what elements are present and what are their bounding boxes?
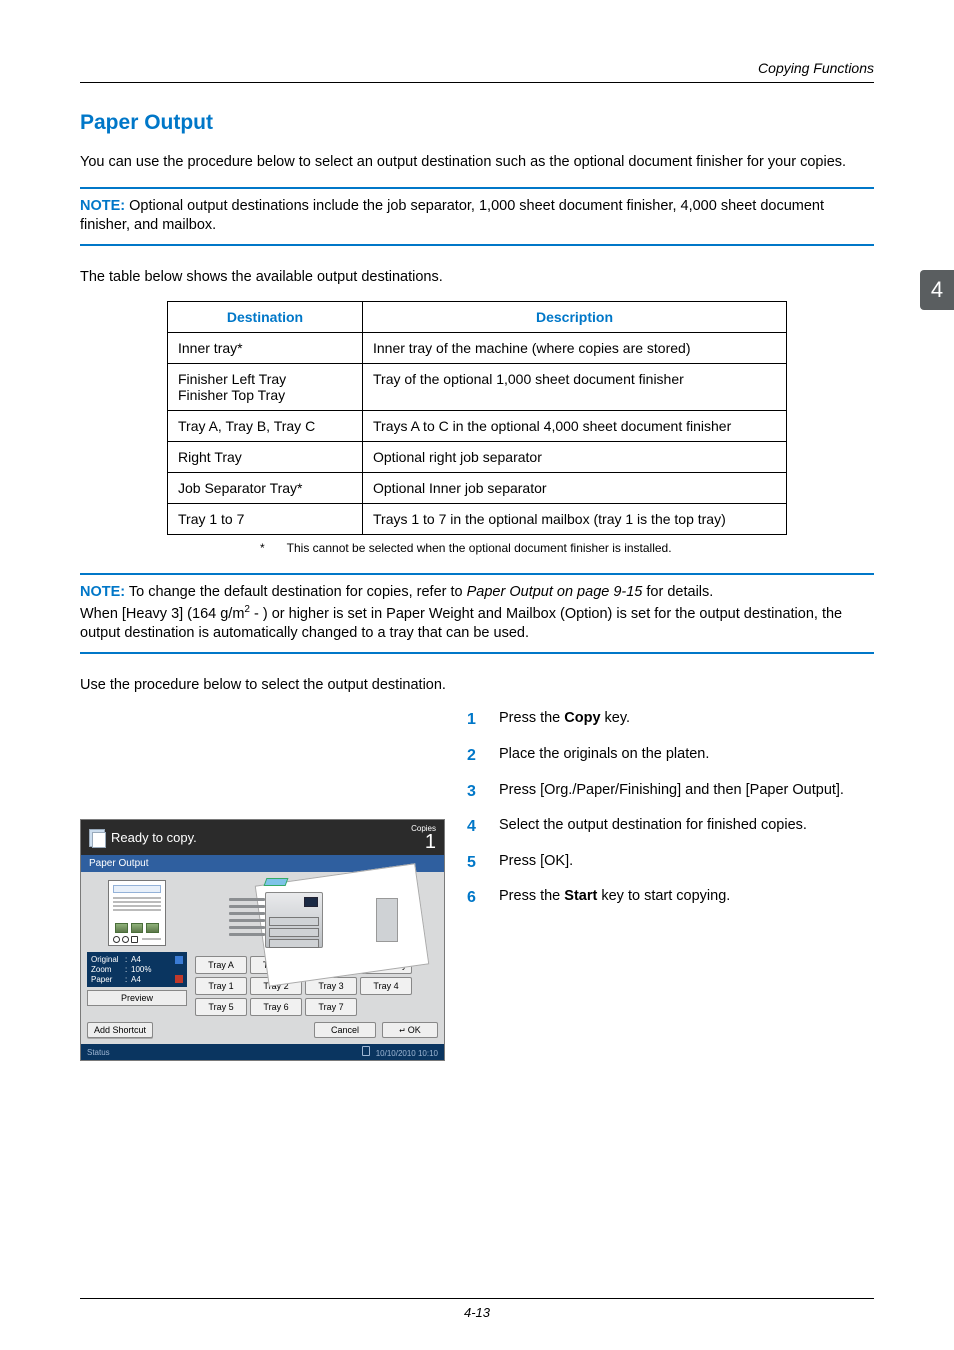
panel-titlebar: Ready to copy. Copies 1 xyxy=(81,820,444,855)
th-destination: Destination xyxy=(168,302,363,333)
step-number: 5 xyxy=(467,852,485,874)
step-text: Press [OK]. xyxy=(499,852,573,874)
status-timestamp: 10/10/2010 10:10 xyxy=(376,1049,438,1058)
step-text: Place the originals on the platen. xyxy=(499,745,709,767)
header-rule xyxy=(80,82,874,83)
note-text: Optional output destinations include the… xyxy=(80,198,824,234)
panel-title: Ready to copy. xyxy=(111,830,197,845)
note-label: NOTE: xyxy=(80,584,125,600)
copies-value: 1 xyxy=(411,833,436,851)
table-row: Tray A, Tray B, Tray CTrays A to C in th… xyxy=(168,411,787,442)
tray-button[interactable]: Tray 7 xyxy=(305,998,357,1016)
page-footer: 4-13 xyxy=(0,1298,954,1320)
table-row: Tray 1 to 7Trays 1 to 7 in the optional … xyxy=(168,504,787,535)
table-intro: The table below shows the available outp… xyxy=(80,268,874,288)
finisher-illustration xyxy=(195,878,438,952)
step-number: 3 xyxy=(467,781,485,803)
step-number: 1 xyxy=(467,709,485,731)
table-footnote: * This cannot be selected when the option… xyxy=(260,541,874,555)
step: 3 Press [Org./Paper/Finishing] and then [… xyxy=(467,781,874,803)
table-row: Finisher Left Tray Finisher Top TrayTray… xyxy=(168,364,787,411)
step-text: Press the Copy key. xyxy=(499,709,630,731)
table-row: Right TrayOptional right job separator xyxy=(168,442,787,473)
step: 4 Select the output destination for finis… xyxy=(467,816,874,838)
add-shortcut-button[interactable]: Add Shortcut xyxy=(87,1022,153,1038)
preview-info: Original:A4 Zoom:100% Paper:A4 xyxy=(87,952,187,987)
section-title: Paper Output xyxy=(80,111,874,135)
procedure-intro: Use the procedure below to select the ou… xyxy=(80,676,874,696)
page-number: 4-13 xyxy=(464,1305,490,1320)
paper-orient-icon xyxy=(175,975,183,983)
step-text: Press [Org./Paper/Finishing] and then [P… xyxy=(499,781,844,803)
note-label: NOTE: xyxy=(80,198,125,214)
step: 2 Place the originals on the platen. xyxy=(467,745,874,767)
running-header: Copying Functions xyxy=(80,60,874,76)
footnote-mark: * xyxy=(260,541,265,555)
step: 6 Press the Start key to start copying. xyxy=(467,887,874,909)
original-orient-icon xyxy=(175,956,183,964)
step-number: 4 xyxy=(467,816,485,838)
table-row: Job Separator Tray*Optional Inner job se… xyxy=(168,473,787,504)
intro-paragraph: You can use the procedure below to selec… xyxy=(80,153,874,173)
touch-panel: Ready to copy. Copies 1 Paper Output xyxy=(80,819,445,1061)
step-text: Select the output destination for finish… xyxy=(499,816,807,838)
step-text: Press the Start key to start copying. xyxy=(499,887,730,909)
note-block-2: NOTE: To change the default destination … xyxy=(80,573,874,654)
footnote-text: This cannot be selected when the optiona… xyxy=(287,541,672,555)
destination-table: Destination Description Inner tray*Inner… xyxy=(167,301,787,535)
preview-thumbnail xyxy=(108,880,166,946)
status-label[interactable]: Status xyxy=(87,1048,110,1057)
copy-icon xyxy=(89,829,105,847)
th-description: Description xyxy=(363,302,787,333)
usb-icon xyxy=(362,1046,370,1056)
step-number: 2 xyxy=(467,745,485,767)
ok-button[interactable]: ↵OK xyxy=(382,1022,438,1038)
preview-button[interactable]: Preview xyxy=(87,990,187,1006)
tray-button[interactable]: Tray 6 xyxy=(250,998,302,1016)
tray-button[interactable]: Tray 1 xyxy=(195,977,247,995)
return-icon: ↵ xyxy=(399,1025,404,1035)
tray-button[interactable]: Tray 5 xyxy=(195,998,247,1016)
step-number: 6 xyxy=(467,887,485,909)
step: 5 Press [OK]. xyxy=(467,852,874,874)
step: 1 Press the Copy key. xyxy=(467,709,874,731)
cancel-button[interactable]: Cancel xyxy=(314,1022,376,1038)
tray-button[interactable]: Tray 4 xyxy=(360,977,412,995)
tray-button[interactable]: Tray A xyxy=(195,956,247,974)
note-block-1: NOTE: Optional output destinations inclu… xyxy=(80,187,874,246)
table-row: Inner tray*Inner tray of the machine (wh… xyxy=(168,333,787,364)
